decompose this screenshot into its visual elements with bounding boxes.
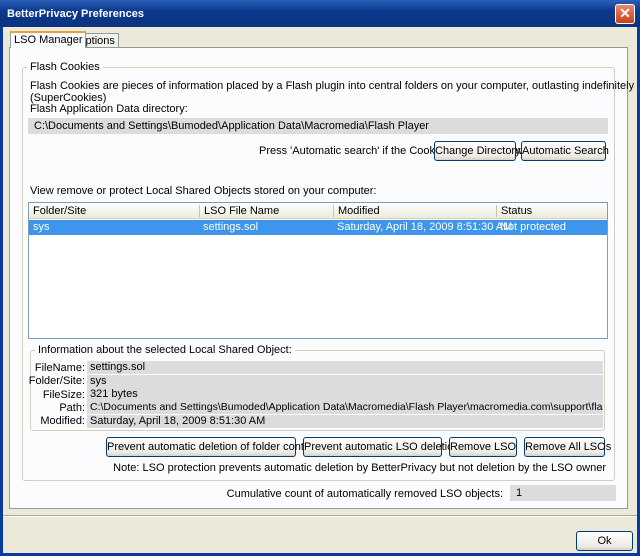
path-label: Path:: [59, 402, 85, 414]
protection-note: Note: LSO protection prevents automatic …: [113, 462, 606, 474]
automatic-search-button[interactable]: Automatic Search: [521, 141, 609, 161]
modified-value: Saturday, April 18, 2009 8:51:30 AM: [87, 415, 603, 428]
list-header: Folder/Site LSO File Name Modified Statu…: [29, 203, 607, 219]
column-folder-site[interactable]: Folder/Site: [29, 205, 86, 217]
column-status[interactable]: Status: [496, 205, 532, 217]
cumulative-count-label: Cumulative count of automatically remove…: [226, 488, 503, 500]
list-label: View remove or protect Local Shared Obje…: [30, 185, 377, 197]
title-bar: BetterPrivacy Preferences: [0, 0, 640, 27]
path-value: C:\Documents and Settings\Bumoded\Applic…: [87, 401, 603, 414]
column-lso-file-name[interactable]: LSO File Name: [199, 205, 279, 217]
filename-value: settings.sol: [87, 361, 603, 374]
directory-field[interactable]: C:\Documents and Settings\Bumoded\Applic…: [28, 118, 608, 134]
filename-label: FileName:: [34, 362, 85, 374]
prevent-folder-deletion-button[interactable]: Prevent automatic deletion of folder con…: [106, 437, 325, 457]
ok-button[interactable]: Ok: [576, 531, 633, 551]
cumulative-count-field: 1: [510, 485, 616, 501]
cell-file-name: settings.sol: [203, 221, 259, 233]
folder-site-label: Folder/Site:: [28, 375, 85, 387]
info-legend: Information about the selected Local Sha…: [35, 344, 295, 356]
lso-list[interactable]: Folder/Site LSO File Name Modified Statu…: [28, 202, 608, 339]
window-title: BetterPrivacy Preferences: [7, 8, 144, 20]
cell-folder-site: sys: [33, 221, 50, 233]
cell-modified: Saturday, April 18, 2009 8:51:30 AM: [337, 221, 513, 233]
tab-lso-manager[interactable]: LSO Manager: [10, 31, 87, 48]
change-directory-button[interactable]: Change Directory: [434, 141, 521, 161]
flash-cookies-legend: Flash Cookies: [27, 61, 103, 73]
remove-all-lsos-button[interactable]: Remove All LSOs: [524, 437, 611, 457]
folder-site-value: sys: [87, 375, 603, 388]
footer-divider: [3, 515, 637, 517]
filesize-value: 321 bytes: [87, 388, 603, 401]
close-button[interactable]: ✕: [615, 4, 635, 24]
close-icon: ✕: [619, 5, 631, 21]
directory-label: Flash Application Data directory:: [30, 103, 188, 115]
filesize-label: FileSize:: [42, 389, 85, 401]
column-modified[interactable]: Modified: [333, 205, 380, 217]
flash-cookies-description: Flash Cookies are pieces of information …: [30, 80, 635, 104]
cell-status: Not protected: [500, 221, 567, 233]
table-row[interactable]: sys settings.sol Saturday, April 18, 200…: [29, 220, 607, 235]
remove-lso-button[interactable]: Remove LSO: [449, 437, 517, 457]
prevent-lso-deletion-button[interactable]: Prevent automatic LSO deletion: [303, 437, 459, 457]
modified-label: Modified:: [40, 415, 85, 427]
